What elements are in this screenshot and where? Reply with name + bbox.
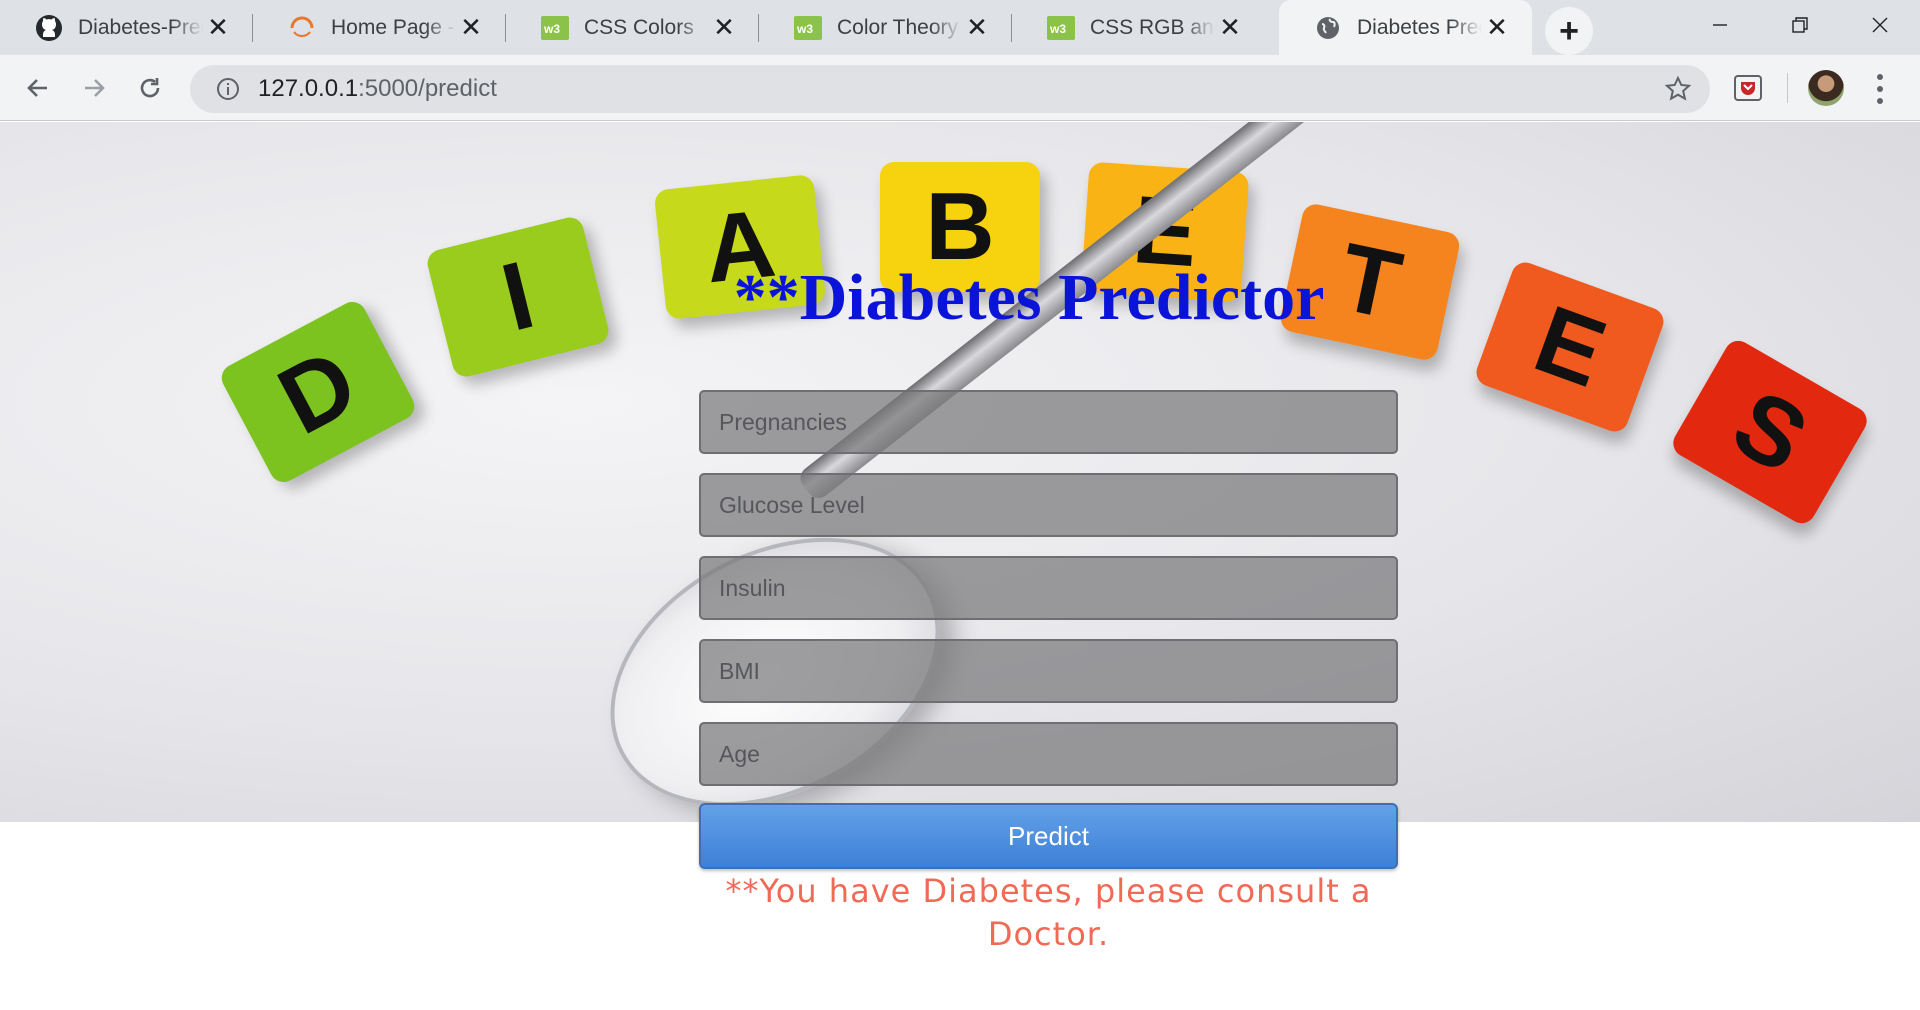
bmi-input[interactable] [699,639,1398,703]
url-path: :5000/predict [358,75,497,102]
bookmark-star-icon[interactable] [1664,75,1692,108]
tab-diabetes-predictor[interactable]: Diabetes Predictor ✕ [1279,0,1532,55]
back-arrow-icon[interactable] [14,64,62,112]
close-icon[interactable]: ✕ [1482,12,1512,43]
page-title: **Diabetes Predictor [0,260,1920,336]
tab-title: Color Theory [837,15,958,39]
close-icon[interactable]: ✕ [456,12,486,43]
reload-icon[interactable] [126,64,174,112]
close-icon[interactable]: ✕ [203,12,233,43]
browser-toolbar: 127.0.0.1:5000/predict [0,55,1920,121]
address-bar[interactable]: 127.0.0.1:5000/predict [190,65,1710,113]
svg-text:w3: w3 [543,22,560,36]
tab-title: Diabetes-Prediction [78,15,203,39]
svg-text:w3: w3 [796,22,813,36]
forward-arrow-icon[interactable] [70,64,118,112]
w3schools-icon: w3 [1046,13,1076,43]
toolbar-divider [1787,73,1788,103]
close-icon[interactable]: ✕ [1215,12,1245,43]
letter-tile: S [1668,335,1872,529]
loading-ring-icon [287,13,317,43]
tab-strip: Diabetes-Prediction ✕ Home Page - Sublim… [0,0,1920,55]
tab-css-colors[interactable]: w3 CSS Colors ✕ [506,0,759,55]
tab-diabetes-prediction-github[interactable]: Diabetes-Prediction ✕ [0,0,253,55]
globe-icon [1313,13,1343,43]
page-content: D I A B E T E S **Diabetes Predictor Pre… [0,122,1920,1010]
minimize-icon[interactable] [1680,0,1760,50]
insulin-input[interactable] [699,556,1398,620]
info-icon[interactable] [208,77,248,101]
tab-title: Home Page - Sublime [331,15,456,39]
restore-icon[interactable] [1760,0,1840,50]
age-input[interactable] [699,722,1398,786]
prediction-form: Predict [699,390,1398,869]
close-window-icon[interactable] [1840,0,1920,50]
prediction-result: **You have Diabetes, please consult a Do… [725,872,1372,953]
close-icon[interactable]: ✕ [709,12,739,43]
w3schools-icon: w3 [793,13,823,43]
w3schools-icon: w3 [540,13,570,43]
pregnancies-input[interactable] [699,390,1398,454]
tab-home-page[interactable]: Home Page - Sublime ✕ [253,0,506,55]
tab-title: Diabetes Predictor [1357,15,1482,39]
url-text: 127.0.0.1:5000/predict [258,75,497,103]
page-title-text: **Diabetes Predictor [733,261,1325,334]
tab-css-rgb[interactable]: w3 CSS RGB and RGBA ✕ [1012,0,1265,55]
new-tab-button[interactable]: + [1545,7,1593,55]
tab-title: CSS Colors [584,15,694,39]
url-host: 127.0.0.1 [258,75,359,102]
tab-title: CSS RGB and RGBA [1090,15,1215,39]
glucose-level-input[interactable] [699,473,1398,537]
tab-color-theory[interactable]: w3 Color Theory ✕ [759,0,1012,55]
avatar[interactable] [1808,70,1844,106]
more-menu-icon[interactable] [1868,71,1892,107]
close-icon[interactable]: ✕ [962,12,992,43]
predict-button[interactable]: Predict [699,803,1398,869]
svg-text:w3: w3 [1049,22,1066,36]
pocket-extension-icon[interactable] [1734,75,1762,106]
github-icon [34,13,64,43]
